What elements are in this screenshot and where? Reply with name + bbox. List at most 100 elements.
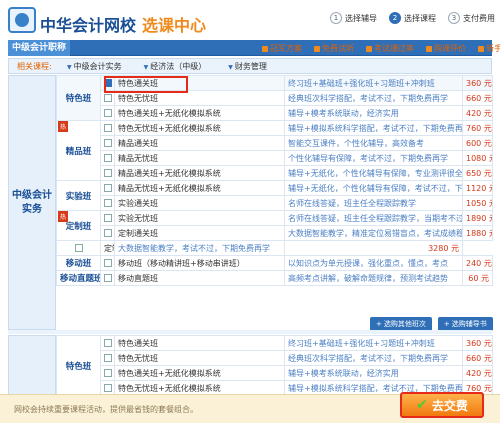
- table-row[interactable]: 移动班 移动班（移动精讲班+移动串讲班） 以知识点为单元授课，强化重点，懂点，考点 2…: [56, 255, 493, 271]
- tab-intermediate-accounting[interactable]: 中级会计职称: [8, 40, 70, 56]
- course-checkbox[interactable]: [104, 354, 112, 362]
- course-checkbox[interactable]: [104, 259, 112, 267]
- table-row[interactable]: 特色通关班+无纸化模拟系统 辅导+模考系统联动，经济实用 420 元: [57, 105, 493, 121]
- course-description[interactable]: 名师在线答疑，班主任全程跟踪教学，当期考不过下期免费再学: [284, 210, 463, 226]
- course-price: 1080 元: [462, 150, 493, 166]
- course-description[interactable]: 终习班+基础班+强化班+习题班+冲刺班: [284, 75, 463, 91]
- course-price: 1880 元: [462, 225, 493, 241]
- step-label: 支付费用: [463, 13, 495, 23]
- course-description[interactable]: 经典班次科学搭配，考试不过，下期免费再学: [284, 90, 463, 106]
- table-row[interactable]: 实验通关班名师在线答疑，班主任全程跟踪教学1050 元: [57, 195, 493, 211]
- course-description[interactable]: 以知识点为单元授课，强化重点，懂点，考点: [284, 255, 463, 271]
- buy-books-button[interactable]: 选购辅导书: [437, 317, 493, 331]
- course-checkbox[interactable]: [104, 94, 112, 102]
- checkbox-cell: [56, 240, 101, 256]
- step-3: 3 支付费用: [448, 12, 495, 24]
- table-row[interactable]: 特色班 特色通关班 终习班+基础班+强化班+习题班+冲刺班 360 元: [56, 335, 493, 396]
- course-name: 精品无忧班+无纸化模拟系统: [114, 180, 285, 196]
- course-description[interactable]: 辅导+模考系统联动，经济实用: [284, 365, 463, 381]
- group-label: 移动直题班: [56, 270, 101, 286]
- quick-links: 冠军方案 免费试听 考试通过率 购课评价 新手指南: [262, 43, 500, 54]
- course-name: 特色无忧班+无纸化模拟系统: [114, 120, 285, 136]
- table-row[interactable]: 精品班特色无忧班+无纸化模拟系统辅导+模拟系统科学搭配，考试不过，下期免费再学7…: [56, 120, 493, 181]
- course-description[interactable]: 辅导+模考系统联动，经济实用: [284, 105, 463, 121]
- group-label: 移动班: [56, 255, 101, 271]
- course-name: 精品通关班+无纸化模拟系统: [114, 165, 285, 181]
- course-checkbox[interactable]: [104, 274, 112, 282]
- course-price: 3280 元: [284, 240, 463, 256]
- table-row[interactable]: 特色班 特色通关班 终习班+基础班+强化班+习题班+冲刺班 360 元: [56, 75, 493, 121]
- link-pass-rate[interactable]: 考试通过率: [366, 43, 414, 54]
- course-description[interactable]: 辅导+模拟系统科学搭配，考试不过，下期免费再学: [284, 120, 463, 136]
- table-row[interactable]: 定制班实验无忧班名师在线答疑，班主任全程跟踪教学，当期考不过下期免费再学1890…: [56, 210, 493, 241]
- link-free-trial[interactable]: 免费试听: [314, 43, 354, 54]
- table-row[interactable]: 定制通关班大数据智能教学，精准定位易错盲点，考试成绩稳步提升1880 元: [57, 225, 493, 241]
- table-row[interactable]: 实验班精品无忧班+无纸化模拟系统辅导+无纸化，个性化辅导有保障，考试不过，下期免…: [56, 180, 493, 211]
- course-checkbox[interactable]: [104, 79, 112, 87]
- course-price: 240 元: [462, 255, 493, 271]
- link-beginner-guide[interactable]: 新手指南: [478, 43, 500, 54]
- course-name: 定制通关班: [114, 225, 285, 241]
- course-checkbox[interactable]: [104, 184, 112, 192]
- table-row[interactable]: 精品通关班 智能交互课件，个性化辅导，高效备考 600 元: [57, 135, 493, 151]
- course-description[interactable]: 辅导+无纸化，个性化辅导有保障，专业测评很全面: [284, 165, 463, 181]
- page-title: 选课中心: [142, 16, 207, 35]
- table-row[interactable]: 精品无忧班个性化辅导有保障，考试不过，下期免费再学1080 元: [57, 150, 493, 166]
- course-checkbox[interactable]: [74, 244, 83, 252]
- bullet-icon: [366, 45, 372, 52]
- course-description[interactable]: 智能交互课件，个性化辅导，高效备考: [284, 135, 463, 151]
- course-price: 360 元: [462, 335, 493, 351]
- course-price: 420 元: [462, 365, 493, 381]
- course-description[interactable]: 辅导+无纸化，个性化辅导有保障，考试不过，下期免费再学: [284, 180, 463, 196]
- divider: [8, 330, 492, 334]
- course-checkbox[interactable]: [104, 169, 112, 177]
- course-price: 660 元: [462, 90, 493, 106]
- course-description[interactable]: 个性化辅导有保障，考试不过，下期免费再学: [284, 150, 463, 166]
- course-description[interactable]: 大数据智能教学，精准定位易错盲点，考试成绩稳步提升: [284, 225, 463, 241]
- course-name: 特色通关班+无纸化模拟系统: [114, 105, 285, 121]
- filter-economic-law[interactable]: 经济法（中级）: [144, 61, 206, 72]
- course-description[interactable]: 名师在线答疑，班主任全程跟踪教学: [284, 195, 463, 211]
- course-checkbox[interactable]: [104, 369, 112, 377]
- checkbox-cell: [100, 75, 115, 91]
- course-description[interactable]: 高频考点讲解，破解命题规律，预测考试趋势: [284, 270, 463, 286]
- course-checkbox[interactable]: [104, 339, 112, 347]
- course-description[interactable]: 大数据智能教学，考试不过，下期免费再学: [114, 240, 285, 256]
- bullet-icon: [478, 45, 484, 52]
- course-checkbox[interactable]: [104, 229, 112, 237]
- table-row[interactable]: 精品通关班+无纸化模拟系统 辅导+无纸化，个性化辅导有保障，专业测评很全面 650 …: [57, 165, 493, 181]
- course-price: 420 元: [462, 105, 493, 121]
- header: 中华会计网校 选课中心 1 选择辅导 2 选择课程 3 支付费用: [0, 0, 500, 40]
- course-checkbox[interactable]: [104, 124, 112, 132]
- course-description[interactable]: 终习班+基础班+强化班+习题班+冲刺班: [284, 335, 463, 351]
- table-row[interactable]: 特色通关班+无纸化模拟系统 辅导+模考系统联动，经济实用 420 元: [57, 365, 493, 381]
- table-row[interactable]: 特色无忧班 经典班次科学搭配，考试不过，下期免费再学 660 元: [57, 90, 493, 106]
- course-name: 特色通关班+无纸化模拟系统: [114, 365, 285, 381]
- table-row[interactable]: 定制无忧班大数据智能教学，考试不过，下期免费再学3280 元: [56, 240, 493, 256]
- submit-payment-button[interactable]: ✔ 去交费: [400, 392, 484, 418]
- group-label: 精品班: [56, 120, 101, 181]
- course-checkbox[interactable]: [104, 109, 112, 117]
- course-table: 特色班 特色通关班 终习班+基础班+强化班+习题班+冲刺班 360 元特色无忧班 经典班…: [56, 75, 493, 286]
- buy-other-class-button[interactable]: 选购其他班次: [370, 317, 432, 331]
- table-row[interactable]: 移动直题班 移动直题班 高频考点讲解，破解命题规律，预测考试趋势 60 元: [56, 270, 493, 286]
- course-checkbox[interactable]: [104, 154, 112, 162]
- group-label: 特色班: [56, 75, 101, 121]
- group-label: 定制班: [56, 210, 101, 241]
- step-number: 3: [448, 12, 460, 24]
- category-column-2: [8, 335, 56, 395]
- course-checkbox[interactable]: [104, 139, 112, 147]
- course-checkbox[interactable]: [104, 384, 112, 392]
- filter-financial-management[interactable]: 财务管理: [228, 61, 267, 72]
- logo-icon: [8, 7, 36, 33]
- link-reviews[interactable]: 购课评价: [426, 43, 466, 54]
- course-checkbox[interactable]: [104, 199, 112, 207]
- link-champion-plan[interactable]: 冠军方案: [262, 43, 302, 54]
- table-row[interactable]: 特色无忧班 经典班次科学搭配，考试不过，下期免费再学 660 元: [57, 350, 493, 366]
- category-column: 中级会计实务: [8, 75, 56, 330]
- group-label: 实验班: [56, 180, 101, 211]
- filter-accounting-practice[interactable]: 中级会计实务: [67, 61, 122, 72]
- course-checkbox[interactable]: [104, 214, 112, 222]
- course-description[interactable]: 经典班次科学搭配，考试不过，下期免费再学: [284, 350, 463, 366]
- brand: 中华会计网校 选课中心: [40, 12, 206, 36]
